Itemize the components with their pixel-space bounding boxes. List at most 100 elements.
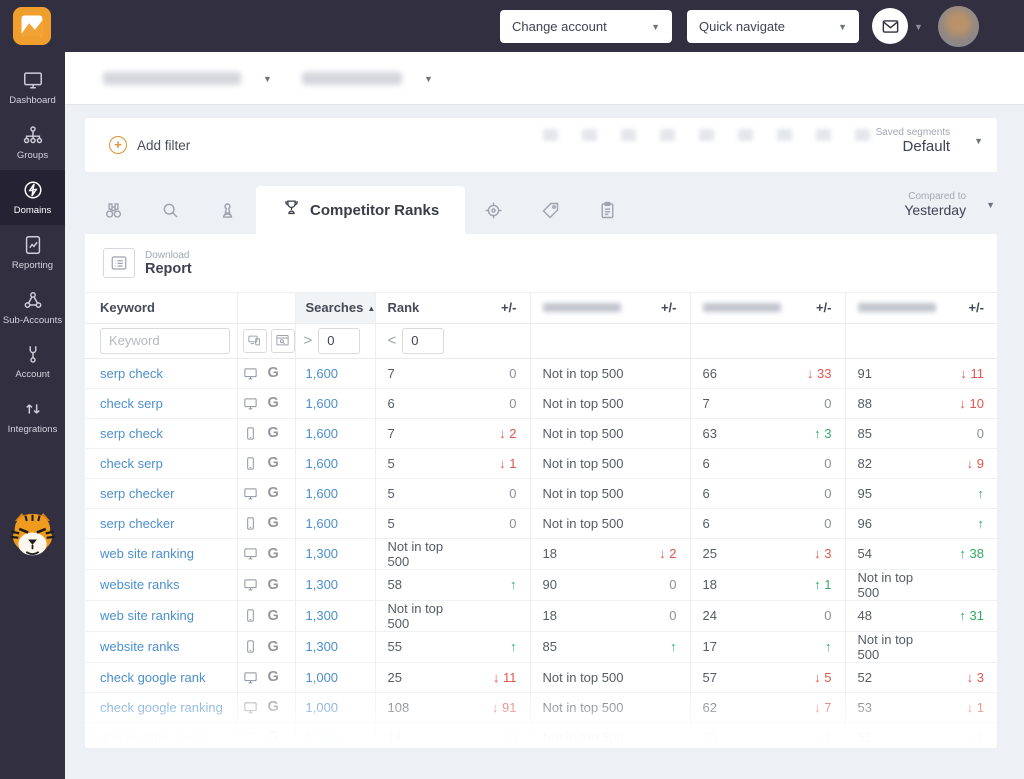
monitor-icon [243, 548, 257, 560]
comp3-change-cell: ↑ [935, 508, 997, 538]
table-row: website ranks G 1,300 55 ↑ 85 ↑ 17 ↑ Not in top 5… [85, 631, 997, 662]
rank-change-cell: 0 [460, 358, 531, 388]
rank-cell: 25 [387, 669, 402, 685]
keyword-cell: check google ranking [85, 692, 238, 722]
top-bar: Change account ▼ Quick navigate ▼ ▼ [0, 0, 1024, 52]
searches-cell: 1,600 [295, 358, 376, 388]
searches-link[interactable]: 1,600 [306, 516, 339, 531]
tab-competitor-ranks[interactable]: Competitor Ranks [256, 186, 466, 234]
sidebar-item-reporting[interactable]: Reporting [0, 225, 65, 280]
sidebar-item-sub-accounts[interactable]: Sub-Accounts [0, 280, 65, 335]
tab-bar: Competitor Ranks Compared to Yesterday ▼ [85, 186, 997, 234]
chevron-down-icon: ▼ [651, 21, 660, 32]
less-than-icon: < [387, 332, 397, 349]
quick-navigate-select[interactable]: Quick navigate ▼ [687, 10, 859, 43]
search-engine-filter-button[interactable] [270, 328, 295, 353]
keyword-link[interactable]: website ranks [100, 639, 179, 654]
globe-bolt-icon [23, 181, 42, 199]
header-keyword[interactable]: Keyword [85, 293, 238, 323]
sidebar-item-groups[interactable]: Groups [0, 115, 65, 170]
keyword-cell: google rank check [85, 722, 238, 748]
searches-link[interactable]: 1,300 [306, 639, 339, 654]
tab-tag[interactable] [522, 186, 579, 234]
searches-link[interactable]: 1,000 [306, 730, 339, 745]
keyword-link[interactable]: check serp [100, 396, 163, 411]
rank-cell: Not in top 500 [387, 600, 444, 631]
searches-cell: 1,000 [295, 692, 376, 722]
keyword-link[interactable]: website ranks [100, 577, 179, 592]
change-value: ↑ 1 [814, 577, 832, 592]
change-value: ↓ 91 [491, 699, 517, 715]
keyword-link[interactable]: serp checker [100, 516, 174, 531]
change-value: 0 [824, 608, 832, 623]
comp2-rank-cell: 6 [702, 485, 710, 501]
sidebar-item-integrations[interactable]: Integrations [0, 389, 65, 444]
comp1-change-cell [625, 722, 691, 748]
keyword-link[interactable]: serp checker [100, 486, 174, 501]
blurred-text [103, 72, 241, 85]
header-devices [237, 293, 296, 323]
change-account-label: Change account [512, 19, 607, 34]
messages-button[interactable] [872, 8, 908, 44]
searches-link[interactable]: 1,600 [306, 486, 339, 501]
keyword-link[interactable]: check google rank [100, 670, 206, 685]
change-account-select[interactable]: Change account ▼ [500, 10, 672, 43]
tiger-logo[interactable] [6, 508, 59, 564]
searches-cell: 1,600 [295, 478, 376, 508]
rank-cell: 7 [387, 425, 395, 441]
main-content: + Add filter Saved segments Default ▼ Co… [85, 105, 997, 779]
comp1-change-cell: ↓ 2 [625, 538, 691, 569]
tab-crosshair[interactable] [465, 186, 522, 234]
device-filter-button[interactable] [242, 328, 267, 353]
keyword-filter-input[interactable] [100, 327, 230, 354]
tab-clipboard[interactable] [579, 186, 636, 234]
keyword-link[interactable]: check google ranking [100, 700, 223, 715]
change-value: ↓ 1 [499, 455, 517, 471]
comp3-change-cell: ↓ 10 [935, 388, 997, 418]
group-select-blurred[interactable]: ▼ [103, 72, 272, 85]
monitor-icon [243, 579, 257, 591]
searches-link[interactable]: 1,600 [306, 456, 339, 471]
comp2-change-cell: ↓ 1 [790, 722, 846, 748]
searches-link[interactable]: 1,300 [306, 608, 339, 623]
keyword-link[interactable]: web site ranking [100, 608, 194, 623]
trophy-icon [285, 200, 298, 215]
comp1-change-cell [625, 358, 691, 388]
searches-link[interactable]: 1,600 [306, 396, 339, 411]
compared-to-select[interactable]: Compared to Yesterday ▼ [904, 191, 995, 218]
chevron-down-icon[interactable]: ▼ [914, 22, 923, 32]
searches-filter-input[interactable] [318, 327, 361, 354]
searches-link[interactable]: 1,600 [306, 366, 339, 381]
tab-binoculars[interactable] [85, 186, 142, 234]
change-value: ↑ 31 [959, 608, 984, 623]
header-change: +/- [968, 300, 984, 316]
tab-search[interactable] [142, 186, 199, 234]
keyword-link[interactable]: serp check [100, 426, 163, 441]
download-label: Download [145, 249, 190, 261]
app-logo[interactable] [13, 7, 51, 45]
sidebar-item-account[interactable]: Account [0, 334, 65, 389]
rank-filter-input[interactable] [402, 327, 445, 354]
searches-link[interactable]: 1,000 [306, 700, 339, 715]
saved-segments-select[interactable]: Saved segments Default ▼ [876, 127, 983, 155]
domain-select-blurred[interactable]: ▼ [302, 72, 433, 85]
searches-link[interactable]: 1,000 [306, 670, 339, 685]
searches-link[interactable]: 1,300 [306, 546, 339, 561]
header-rank[interactable]: Rank [375, 293, 460, 323]
sidebar-item-dashboard[interactable]: Dashboard [0, 60, 65, 115]
table-row: serp checker G 1,600 5 0 Not in top 500 6 0 95 ↑ [85, 478, 997, 508]
keyword-link[interactable]: check serp [100, 456, 163, 471]
keyword-link[interactable]: serp check [100, 366, 163, 381]
header-searches[interactable]: Searches ▲ [295, 293, 376, 323]
sidebar-item-domains[interactable]: Domains [0, 169, 65, 225]
searches-link[interactable]: 1,600 [306, 426, 339, 441]
comp2-change-cell: 0 [790, 478, 846, 508]
download-report-button[interactable]: Download Report [85, 234, 997, 293]
keyword-link[interactable]: google rank check [100, 730, 206, 745]
tab-chess-pawn[interactable] [199, 186, 256, 234]
searches-link[interactable]: 1,300 [306, 577, 339, 592]
avatar[interactable] [938, 6, 979, 47]
keyword-link[interactable]: web site ranking [100, 546, 194, 561]
comp1-rank-cell: 90 [542, 577, 557, 592]
add-filter-button[interactable]: + Add filter [109, 118, 190, 172]
